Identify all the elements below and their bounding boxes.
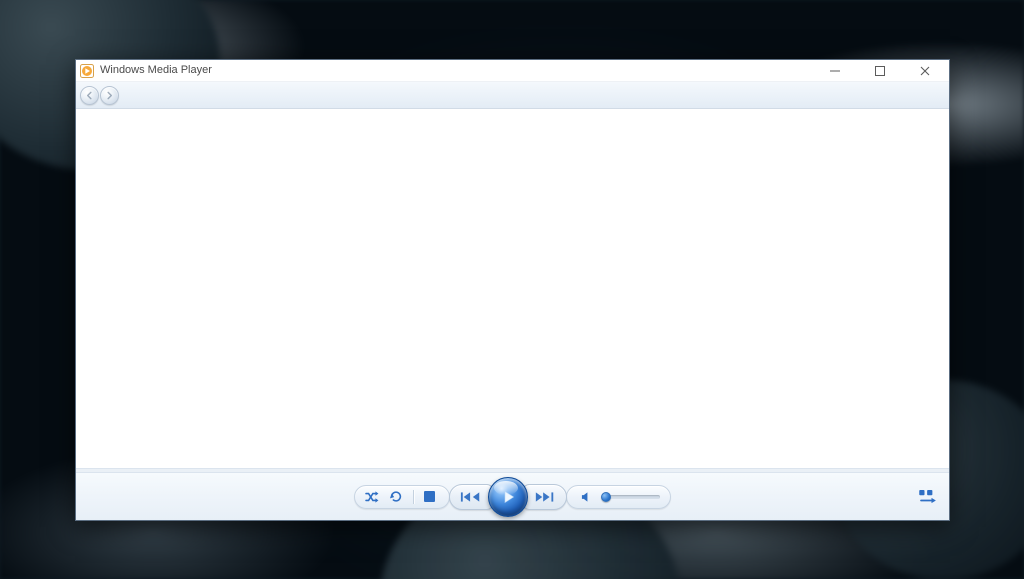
next-track-icon (534, 491, 556, 503)
control-divider (413, 490, 414, 504)
play-icon (500, 489, 516, 505)
nav-toolbar (76, 82, 949, 109)
volume-slider[interactable] (602, 495, 660, 499)
switch-to-now-playing-button[interactable] (919, 490, 937, 504)
previous-track-icon (460, 491, 482, 503)
wmp-window: Windows Media Player (75, 59, 950, 521)
content-area (76, 109, 949, 468)
speaker-icon (581, 491, 592, 503)
mute-button[interactable] (581, 491, 592, 503)
wmp-app-icon (80, 64, 94, 78)
maximize-icon (875, 66, 885, 76)
arrow-left-icon (85, 91, 94, 100)
play-button[interactable] (488, 477, 528, 517)
previous-button[interactable] (449, 484, 493, 510)
minimize-icon (830, 66, 840, 76)
repeat-icon (389, 490, 403, 503)
shuffle-button[interactable] (365, 491, 379, 503)
close-button[interactable] (902, 61, 947, 81)
forward-button[interactable] (100, 86, 119, 105)
repeat-button[interactable] (389, 490, 403, 503)
stop-icon (424, 491, 435, 502)
right-control-pill (566, 485, 671, 509)
next-button[interactable] (523, 484, 567, 510)
minimize-button[interactable] (812, 61, 857, 81)
titlebar: Windows Media Player (76, 60, 949, 82)
shuffle-icon (365, 491, 379, 503)
left-control-pill (354, 485, 450, 509)
playback-controls (76, 473, 949, 520)
volume-thumb[interactable] (601, 492, 611, 502)
stop-button[interactable] (424, 491, 435, 502)
switch-view-icon (919, 490, 937, 504)
arrow-right-icon (105, 91, 114, 100)
maximize-button[interactable] (857, 61, 902, 81)
back-button[interactable] (80, 86, 99, 105)
window-title: Windows Media Player (100, 65, 212, 76)
close-icon (920, 66, 930, 76)
